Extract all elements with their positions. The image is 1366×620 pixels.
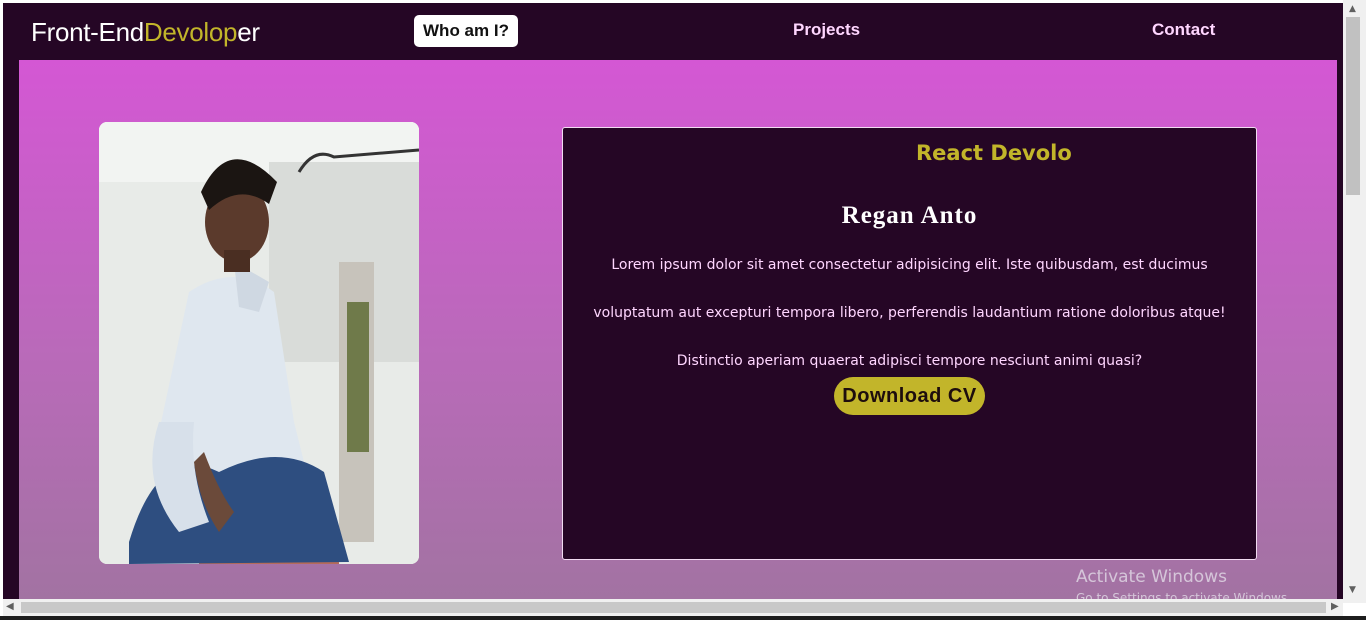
bio-text: Lorem ipsum dolor sit amet consectetur a… [583, 241, 1236, 385]
scroll-right-arrow-icon[interactable]: ▶ [1331, 601, 1339, 612]
browser-viewport: Front-EndDevoloper Who am I? Projects Co… [3, 3, 1343, 599]
watermark-title: Activate Windows [1076, 567, 1227, 587]
profile-name: Regan Anto [841, 202, 978, 229]
brand-logo[interactable]: Front-EndDevoloper [31, 17, 260, 48]
hero-section: React Devolop Regan Anto Lorem ipsum dol… [19, 60, 1337, 599]
navbar: Front-EndDevoloper Who am I? Projects Co… [3, 3, 1343, 60]
nav-link-who-am-i[interactable]: Who am I? [414, 15, 518, 47]
download-cv-button[interactable]: Download CV [834, 377, 985, 415]
brand-suffix: er [237, 17, 260, 47]
window-bottom-edge [0, 616, 1366, 620]
vertical-scrollbar[interactable]: ▲ ▼ [1343, 0, 1366, 603]
watermark-subtitle: Go to Settings to activate Windows. [1076, 591, 1291, 599]
horizontal-scrollbar[interactable]: ◀ ▶ [3, 599, 1343, 616]
profile-card: React Devolop Regan Anto Lorem ipsum dol… [562, 127, 1257, 560]
brand-prefix: Front-End [31, 17, 144, 47]
bio-line: voluptatum aut excepturi tempora libero,… [593, 305, 1226, 321]
nav-link-contact[interactable]: Contact [1152, 20, 1215, 40]
activate-windows-watermark: Activate Windows Go to Settings to activ… [1076, 567, 1291, 599]
nav-link-projects[interactable]: Projects [793, 20, 860, 40]
profile-photo [99, 122, 419, 564]
horizontal-scroll-thumb[interactable] [21, 602, 1326, 613]
scroll-down-arrow-icon[interactable]: ▼ [1349, 585, 1356, 595]
role-title: React Devolop [916, 141, 1071, 165]
brand-accent: Devolop [143, 17, 238, 47]
bio-line: Lorem ipsum dolor sit amet consectetur a… [611, 257, 1208, 273]
scroll-up-arrow-icon[interactable]: ▲ [1349, 4, 1356, 14]
scroll-left-arrow-icon[interactable]: ◀ [6, 601, 14, 612]
vertical-scroll-thumb[interactable] [1346, 17, 1360, 195]
